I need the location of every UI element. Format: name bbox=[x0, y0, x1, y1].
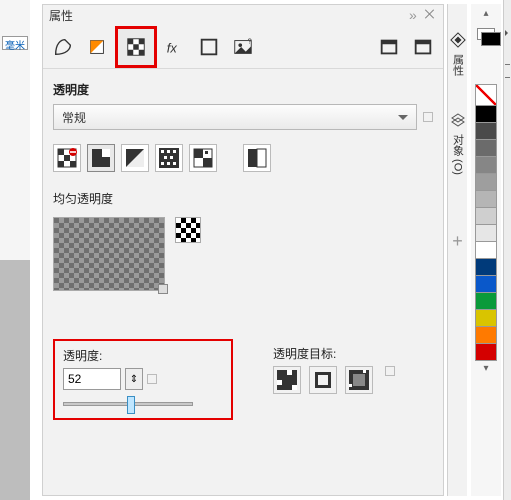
transparency-type-row bbox=[53, 144, 433, 172]
target-label: 透明度目标: bbox=[273, 345, 395, 362]
color-swatch[interactable] bbox=[475, 122, 497, 140]
type-bitmap-button[interactable] bbox=[243, 144, 271, 172]
panel-titlebar: 属性 » bbox=[43, 5, 443, 25]
uniform-label: 均匀透明度 bbox=[53, 190, 433, 207]
color-swatch[interactable] bbox=[475, 343, 497, 361]
color-swatch[interactable] bbox=[475, 258, 497, 276]
effects-fx-button[interactable]: fx bbox=[159, 31, 191, 63]
swatch-none[interactable] bbox=[475, 84, 497, 106]
target-checkbox[interactable] bbox=[385, 366, 395, 376]
type-pattern-button[interactable] bbox=[155, 144, 183, 172]
color-swatch[interactable] bbox=[475, 190, 497, 208]
color-swatch[interactable] bbox=[475, 275, 497, 293]
section-label-transparency: 透明度 bbox=[53, 81, 433, 98]
panel-title: 属性 bbox=[49, 7, 73, 24]
type-twocolor-button[interactable] bbox=[189, 144, 217, 172]
color-swatch[interactable] bbox=[475, 326, 497, 344]
blend-mode-value: 常规 bbox=[62, 109, 86, 126]
tool-hint-icon bbox=[505, 64, 510, 78]
color-swatch[interactable] bbox=[475, 207, 497, 225]
image-button[interactable]: ? bbox=[227, 31, 259, 63]
transparency-spinner[interactable]: ⇕ bbox=[125, 368, 143, 390]
window-button-b[interactable] bbox=[407, 31, 439, 63]
blend-mode-checkbox[interactable] bbox=[423, 112, 433, 122]
transparency-value-group: 透明度: ⇕ bbox=[53, 339, 233, 420]
dock-tab-properties[interactable]: 属性 bbox=[450, 54, 466, 76]
ruler-unit-box: 毫米 bbox=[2, 36, 28, 50]
target-all-button[interactable] bbox=[345, 366, 373, 394]
transparency-checkbox[interactable] bbox=[147, 374, 157, 384]
far-right-strip bbox=[503, 0, 511, 500]
transparency-value-label: 透明度: bbox=[63, 347, 223, 364]
color-swatch[interactable] bbox=[475, 241, 497, 259]
color-swatch[interactable] bbox=[475, 156, 497, 174]
transparency-tool-button[interactable] bbox=[115, 26, 157, 68]
color-swatch[interactable] bbox=[475, 173, 497, 191]
transparency-picker-button[interactable] bbox=[175, 217, 201, 243]
color-swatch[interactable] bbox=[475, 139, 497, 157]
target-fill-button[interactable] bbox=[273, 366, 301, 394]
color-swatch[interactable] bbox=[475, 105, 497, 123]
color-palette: ▴ ▾ bbox=[471, 4, 501, 496]
target-outline-button[interactable] bbox=[309, 366, 337, 394]
layers-icon[interactable] bbox=[450, 112, 466, 128]
expand-arrow-icon[interactable] bbox=[505, 30, 511, 36]
slider-thumb-icon[interactable] bbox=[127, 396, 135, 414]
transparency-target-group: 透明度目标: bbox=[273, 345, 395, 394]
color-swatch[interactable] bbox=[475, 292, 497, 310]
diamond-icon[interactable] bbox=[450, 32, 466, 48]
collapse-icon[interactable]: » bbox=[409, 11, 417, 19]
right-dock: 属性 对象 (O) + bbox=[447, 4, 467, 496]
fill-tool-button[interactable] bbox=[81, 31, 113, 63]
color-swatch[interactable] bbox=[475, 309, 497, 327]
svg-text:?: ? bbox=[248, 36, 252, 45]
close-icon[interactable] bbox=[423, 8, 437, 22]
blend-mode-dropdown[interactable]: 常规 bbox=[53, 104, 417, 130]
dock-tab-objects[interactable]: 对象 (O) bbox=[450, 134, 466, 175]
fill-stroke-indicator[interactable] bbox=[477, 28, 495, 40]
frame-button[interactable] bbox=[193, 31, 225, 63]
transparency-preview[interactable] bbox=[53, 217, 165, 291]
type-linear-button[interactable] bbox=[121, 144, 149, 172]
property-toolbar: fx ? bbox=[43, 25, 443, 69]
palette-up-icon[interactable]: ▴ bbox=[483, 8, 488, 22]
transparency-slider[interactable] bbox=[63, 402, 193, 406]
color-swatch[interactable] bbox=[475, 224, 497, 242]
svg-text:fx: fx bbox=[167, 40, 178, 55]
add-dock-icon[interactable]: + bbox=[452, 231, 463, 252]
outline-tool-button[interactable] bbox=[47, 31, 79, 63]
properties-panel: 属性 » fx ? bbox=[42, 4, 444, 496]
scrollbar-area bbox=[0, 260, 30, 500]
palette-down-icon[interactable]: ▾ bbox=[483, 363, 488, 377]
type-none-button[interactable] bbox=[53, 144, 81, 172]
type-uniform-button[interactable] bbox=[87, 144, 115, 172]
transparency-input[interactable] bbox=[63, 368, 121, 390]
window-button-a[interactable] bbox=[373, 31, 405, 63]
